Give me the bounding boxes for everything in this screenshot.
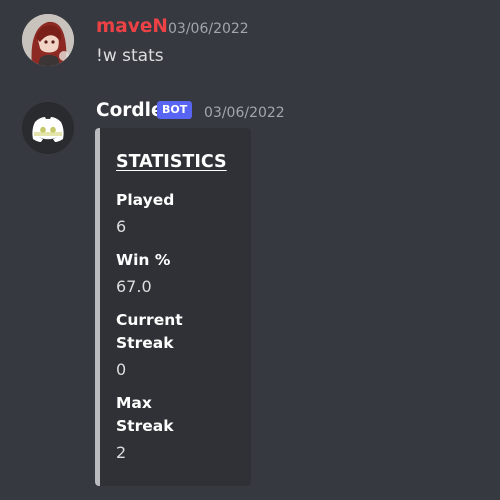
field-name-max-streak: Max Streak (116, 394, 174, 435)
timestamp: 03/06/2022 (168, 21, 249, 37)
field-value-win-percent: 67.0 (116, 277, 152, 296)
field-name-win-percent: Win % (116, 251, 171, 269)
field-value-played: 6 (116, 217, 127, 236)
bot-badge: BOT (157, 101, 193, 119)
user-avatar[interactable] (22, 14, 74, 66)
stats-embed: STATISTICS Played 6 Win % 67.0 Current S… (95, 128, 251, 486)
discord-logo-icon (22, 102, 74, 154)
bot-username[interactable]: Cordle (96, 100, 164, 122)
anime-avatar-icon (22, 14, 74, 66)
bot-avatar[interactable] (22, 102, 74, 154)
message-content: !w stats (96, 46, 164, 66)
timestamp: 03/06/2022 (204, 105, 285, 121)
field-name-played: Played (116, 191, 175, 209)
embed-title: STATISTICS (116, 152, 227, 172)
field-name-current-streak: Current Streak (116, 311, 183, 352)
embed-accent-bar (95, 128, 100, 486)
field-value-max-streak: 2 (116, 443, 127, 462)
username[interactable]: maveN (96, 16, 168, 38)
field-value-current-streak: 0 (116, 360, 127, 379)
